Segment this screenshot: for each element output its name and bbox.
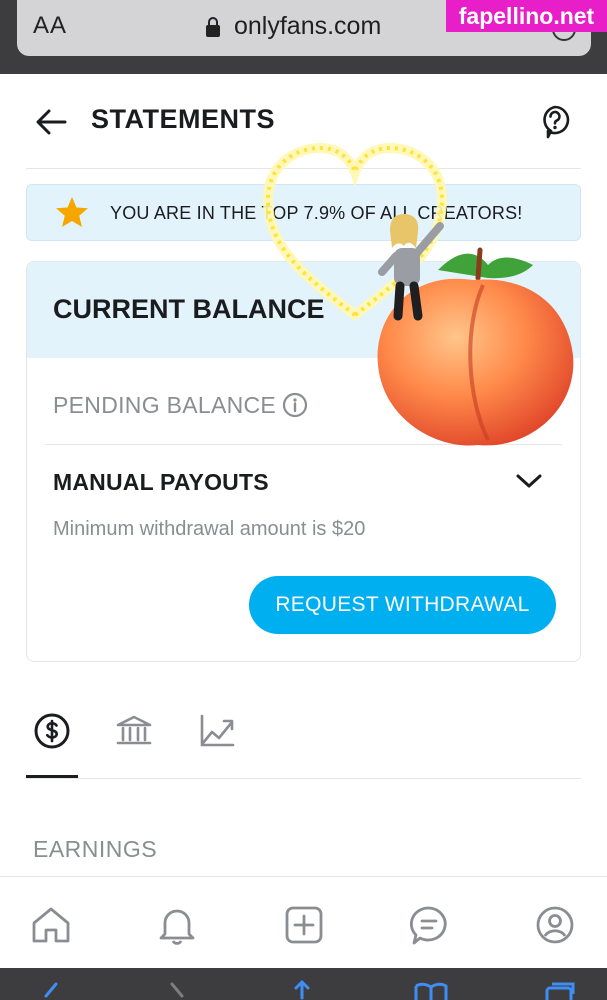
chevron-down-icon[interactable]: [514, 470, 544, 492]
browser-bookmarks-icon[interactable]: [413, 980, 449, 1000]
home-icon[interactable]: [30, 904, 72, 946]
browser-bottom-bar: [0, 968, 607, 1000]
text-size-button[interactable]: AA: [33, 12, 67, 40]
tabs-divider: [26, 778, 581, 779]
plus-square-icon[interactable]: [283, 904, 325, 946]
bell-icon[interactable]: [156, 904, 198, 946]
avatar-sticker: [378, 213, 444, 321]
request-withdrawal-button[interactable]: REQUEST WITHDRAWAL: [249, 576, 556, 634]
minimum-withdrawal-note: Minimum withdrawal amount is $20: [53, 518, 366, 540]
manual-payouts-label[interactable]: MANUAL PAYOUTS: [53, 469, 269, 496]
message-icon[interactable]: [408, 904, 450, 946]
browser-top-bar: AA onlyfans.com fapellino.net: [0, 0, 607, 74]
star-icon: [56, 197, 88, 227]
browser-share-icon[interactable]: [284, 980, 320, 1000]
browser-tabs-icon[interactable]: [541, 980, 577, 1000]
url-text[interactable]: onlyfans.com: [234, 12, 381, 41]
browser-back-icon[interactable]: [34, 980, 70, 1000]
info-icon[interactable]: [282, 392, 308, 418]
arrow-left-icon[interactable]: [35, 108, 67, 136]
help-circle-icon[interactable]: [539, 104, 571, 140]
dollar-circle-icon[interactable]: [33, 712, 71, 750]
watermark-label: fapellino.net: [446, 0, 607, 32]
page-title: STATEMENTS: [91, 104, 275, 134]
earnings-section-title: EARNINGS: [33, 836, 158, 862]
profile-icon[interactable]: [534, 904, 576, 946]
bank-icon[interactable]: [115, 712, 153, 750]
pending-balance-label: PENDING BALANCE: [53, 392, 277, 418]
bottom-nav: [0, 876, 607, 968]
lock-icon: [206, 17, 220, 37]
browser-forward-icon[interactable]: [160, 980, 196, 1000]
chart-line-icon[interactable]: [198, 712, 236, 750]
